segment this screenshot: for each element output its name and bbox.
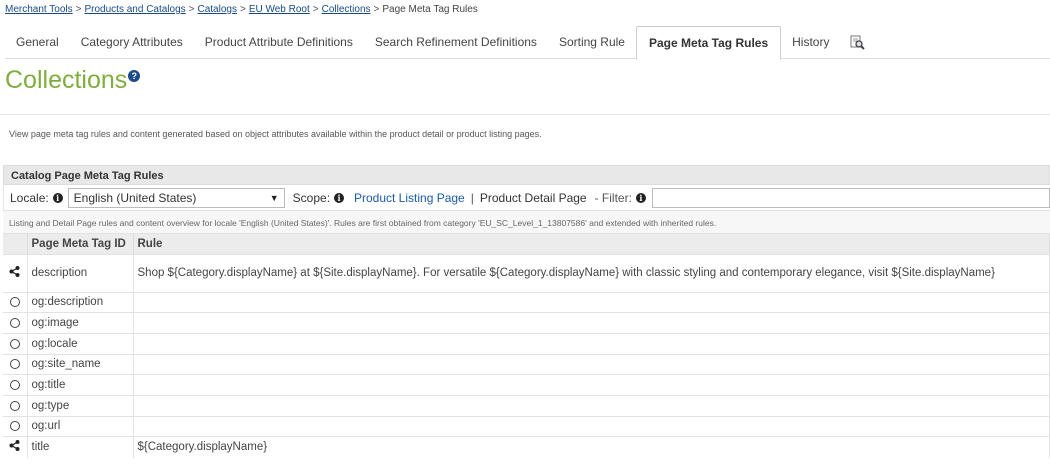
overview-text: Listing and Detail Page rules and conten… [3, 210, 1050, 234]
row-selector[interactable] [3, 415, 28, 437]
meta-tag-id: og:description [27, 291, 134, 313]
table-row[interactable]: description Shop ${Category.displayName}… [3, 253, 1050, 292]
tab-search-refinement-definitions[interactable]: Search Refinement Definitions [364, 26, 548, 58]
scope-product-listing-link[interactable]: Product Listing Page [354, 191, 465, 205]
breadcrumb-link-eu-web-root[interactable]: EU Web Root [249, 4, 310, 15]
breadcrumb-current: Page Meta Tag Rules [382, 4, 478, 15]
header-page-meta-tag-id[interactable]: Page Meta Tag ID [27, 234, 134, 254]
table-row[interactable]: og:locale [3, 332, 1050, 355]
filter-input[interactable] [651, 187, 1050, 208]
row-selector[interactable] [3, 332, 28, 355]
filter-info-icon[interactable]: i [635, 192, 646, 203]
locale-info-icon[interactable]: i [52, 192, 63, 203]
filter-row: Locale: i English (United States) ▼ Scop… [3, 185, 1050, 210]
table-row[interactable]: og:title [3, 374, 1050, 396]
meta-tag-id: og:url [27, 415, 134, 437]
breadcrumb-separator: > [75, 4, 82, 15]
page-description: View page meta tag rules and content gen… [9, 129, 542, 139]
tab-history[interactable]: History [781, 26, 840, 58]
breadcrumb: Merchant Tools > Products and Catalogs > Cat… [5, 4, 478, 15]
table-row[interactable]: og:description [3, 291, 1050, 313]
radio-icon [9, 338, 20, 349]
scope-product-detail: Product Detail Page [479, 190, 587, 205]
locale-label: Locale: [10, 190, 49, 205]
breadcrumb-link-merchant-tools[interactable]: Merchant Tools [5, 4, 73, 15]
tab-product-attribute-definitions[interactable]: Product Attribute Definitions [194, 26, 364, 58]
meta-tag-rule [133, 415, 1050, 437]
row-selector[interactable] [3, 374, 28, 396]
search-preview-icon[interactable] [840, 26, 875, 58]
page-title: Collections? [5, 66, 141, 95]
locale-select[interactable]: English (United States) ▼ [67, 187, 285, 208]
row-selector[interactable] [3, 394, 28, 417]
tab-page-meta-tag-rules[interactable]: Page Meta Tag Rules [635, 26, 782, 60]
breadcrumb-separator: > [373, 4, 380, 15]
meta-tag-rule [133, 332, 1050, 355]
breadcrumb-separator: > [239, 4, 246, 15]
meta-tag-rule [133, 312, 1050, 334]
tab-category-attributes[interactable]: Category Attributes [70, 26, 194, 58]
row-selector[interactable] [3, 291, 28, 313]
meta-tag-rule: Shop ${Category.displayName} at ${Site.d… [133, 253, 1050, 292]
meta-tag-table: Page Meta Tag ID Rule description Shop $… [3, 234, 1050, 458]
help-icon[interactable]: ? [128, 69, 141, 82]
meta-tag-rule [133, 291, 1050, 313]
row-selector[interactable] [3, 253, 28, 292]
meta-tag-rule [133, 353, 1050, 375]
header-select [3, 234, 28, 254]
radio-icon [9, 421, 20, 432]
meta-tag-id: og:type [27, 394, 134, 417]
table-row[interactable]: og:type [3, 394, 1050, 417]
tab-bar: General Category Attributes Product Attr… [5, 26, 1050, 60]
chevron-down-icon: ▼ [269, 192, 279, 203]
meta-tag-rule: ${Category.displayName} [133, 436, 1050, 458]
breadcrumb-link-products-and-catalogs[interactable]: Products and Catalogs [84, 4, 185, 15]
table-row[interactable]: og:site_name [3, 353, 1050, 375]
radio-icon [9, 359, 20, 370]
table-header-row: Page Meta Tag ID Rule [3, 234, 1050, 254]
meta-tag-rules-section: Catalog Page Meta Tag Rules Locale: i En… [3, 165, 1050, 458]
row-selector[interactable] [3, 353, 28, 375]
row-selector[interactable] [3, 312, 28, 334]
radio-icon [9, 318, 20, 328]
header-rule[interactable]: Rule [133, 234, 1050, 254]
row-selector[interactable] [3, 436, 28, 458]
tab-sorting-rule[interactable]: Sorting Rule [548, 26, 636, 58]
radio-icon [9, 297, 20, 308]
scope-separator: | [470, 190, 474, 205]
share-icon [9, 266, 20, 280]
meta-tag-id: og:image [27, 312, 134, 334]
breadcrumb-separator: > [312, 4, 319, 15]
section-title: Catalog Page Meta Tag Rules [3, 165, 1050, 185]
filter-label: - Filter: [594, 190, 632, 205]
tab-general[interactable]: General [5, 26, 70, 58]
meta-tag-id: description [27, 253, 134, 292]
breadcrumb-link-collections[interactable]: Collections [322, 4, 371, 15]
radio-icon [9, 380, 20, 391]
divider [0, 114, 1050, 115]
radio-icon [9, 400, 20, 411]
locale-select-value: English (United States) [73, 190, 197, 205]
meta-tag-rule [133, 374, 1050, 396]
meta-tag-rule [133, 394, 1050, 417]
meta-tag-id: og:site_name [27, 353, 134, 375]
scope-info-icon[interactable]: i [334, 192, 344, 203]
meta-tag-id: og:title [27, 374, 134, 396]
table-row[interactable]: og:image [3, 312, 1050, 334]
table-row[interactable]: og:url [3, 415, 1050, 437]
breadcrumb-link-catalogs[interactable]: Catalogs [198, 4, 237, 15]
scope-label: Scope: [292, 190, 331, 205]
meta-tag-id: title [27, 436, 134, 458]
table-row[interactable]: title ${Category.displayName} [3, 436, 1050, 458]
page-title-text: Collections [5, 66, 128, 94]
breadcrumb-separator: > [188, 4, 195, 15]
meta-tag-id: og:locale [27, 332, 134, 355]
share-icon [9, 440, 20, 454]
